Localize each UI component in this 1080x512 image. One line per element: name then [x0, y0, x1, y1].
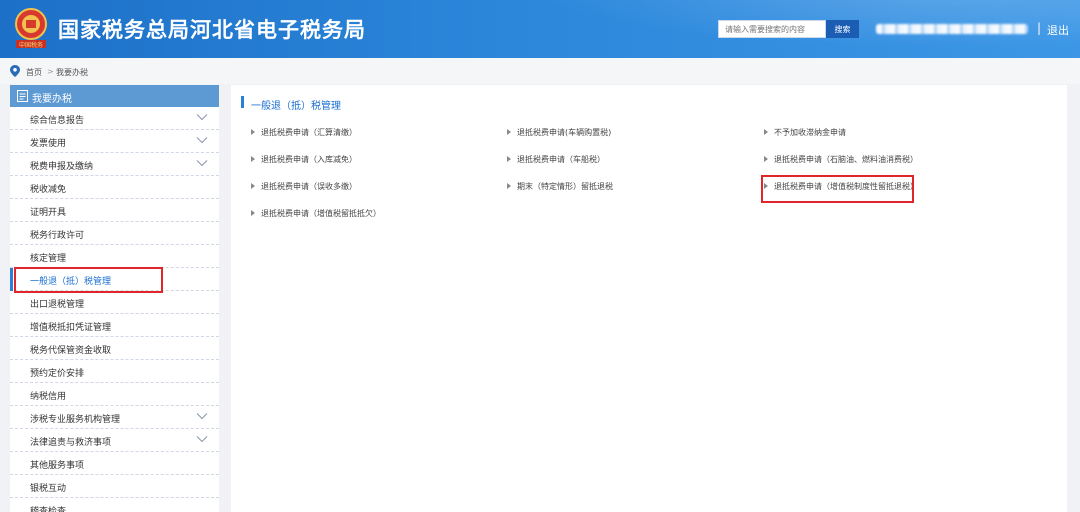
service-link-label: 退抵税费申请（车船税） — [517, 155, 605, 164]
sidebar-item-label: 证明开具 — [30, 208, 67, 218]
service-link[interactable]: 退抵税费申请（误收多缴） — [251, 181, 357, 192]
sidebar-item-label: 出口退税管理 — [30, 300, 85, 310]
sidebar-item[interactable]: 法律追责与救济事项 — [10, 429, 219, 452]
sidebar-item-label: 预约定价安排 — [30, 369, 85, 379]
service-link[interactable]: 期末（特定情形）留抵退税 — [507, 181, 613, 192]
chevron-down-icon[interactable] — [196, 136, 208, 144]
emblem-text: 中国税务 — [19, 41, 43, 49]
document-icon — [17, 90, 28, 102]
service-link[interactable]: 不予加收滞纳金申请 — [764, 127, 846, 138]
sidebar-item-label: 其他服务事项 — [30, 461, 85, 471]
caret-right-icon — [507, 128, 511, 135]
sidebar-item-label: 稽查检查 — [30, 507, 67, 512]
sidebar-item[interactable]: 涉税专业服务机构管理 — [10, 406, 219, 429]
caret-right-icon — [251, 182, 255, 189]
sidebar-item[interactable]: 税收减免 — [10, 176, 219, 199]
search-button[interactable]: 搜索 — [826, 20, 859, 38]
sidebar-item-label: 银税互动 — [30, 484, 67, 494]
sidebar-item[interactable]: 综合信息报告 — [10, 107, 219, 130]
sidebar-item[interactable]: 纳税信用 — [10, 383, 219, 406]
page-scrollbar[interactable] — [1072, 85, 1080, 512]
user-name-redacted — [876, 24, 1028, 34]
caret-right-icon — [251, 128, 255, 135]
service-link[interactable]: 退抵税费申请（入库减免） — [251, 154, 357, 165]
caret-right-icon — [251, 209, 255, 216]
breadcrumb-current: 我要办税 — [56, 68, 88, 77]
caret-right-icon — [764, 128, 768, 135]
service-link-label: 退抵税费申请(车辆购置税) — [517, 128, 612, 137]
main-panel: 一般退（抵）税管理 退抵税费申请（汇算清缴） 退抵税费申请(车辆购置税) 不予加收滞… — [231, 85, 1067, 512]
sidebar-item-label: 税务行政许可 — [30, 231, 85, 241]
tax-emblem-icon: 中国税务 — [15, 8, 47, 49]
sidebar-item[interactable]: 核定管理 — [10, 245, 219, 268]
service-link-label: 退抵税费申请（汇算清缴） — [261, 128, 357, 137]
header-separator: | — [1037, 21, 1042, 35]
breadcrumb-home[interactable]: 首页 — [26, 67, 42, 78]
highlight-box-sidebar — [14, 267, 163, 293]
service-link-label: 不予加收滞纳金申请 — [774, 128, 846, 137]
sidebar-item[interactable]: 税费申报及缴纳 — [10, 153, 219, 176]
sidebar-item[interactable]: 增值税抵扣凭证管理 — [10, 314, 219, 337]
sidebar-item-label: 增值税抵扣凭证管理 — [30, 323, 112, 333]
sidebar-item[interactable]: 证明开具 — [10, 199, 219, 222]
sidebar-header: 我要办税 — [10, 85, 219, 107]
chevron-down-icon[interactable] — [196, 159, 208, 167]
sidebar-item[interactable]: 出口退税管理 — [10, 291, 219, 314]
service-link-label: 退抵税费申请（石脑油、燃料油消费税） — [774, 155, 918, 164]
sidebar-item[interactable]: 税务行政许可 — [10, 222, 219, 245]
breadcrumb-separator: > — [47, 67, 54, 76]
site-title: 国家税务总局河北省电子税务局 — [58, 18, 366, 42]
sidebar-item[interactable]: 发票使用 — [10, 130, 219, 153]
service-link[interactable]: 退抵税费申请（车船税） — [507, 154, 605, 165]
sidebar-item-label: 纳税信用 — [30, 392, 67, 402]
service-link-label: 退抵税费申请（增值税留抵抵欠） — [261, 209, 381, 218]
panel-title-text: 一般退（抵）税管理 — [251, 101, 341, 112]
sidebar-item-label: 综合信息报告 — [30, 116, 85, 126]
service-link[interactable]: 退抵税费申请（增值税留抵抵欠） — [251, 208, 381, 219]
service-link-label: 退抵税费申请（入库减免） — [261, 155, 357, 164]
service-link[interactable]: 退抵税费申请（石脑油、燃料油消费税） — [764, 154, 918, 165]
service-link[interactable]: 退抵税费申请(车辆购置税) — [507, 127, 611, 138]
sidebar-item-label: 核定管理 — [30, 254, 67, 264]
sidebar-item[interactable]: 银税互动 — [10, 475, 219, 498]
breadcrumb: 首页 > 我要办税 — [0, 58, 1080, 84]
sidebar-item-label: 法律追责与救济事项 — [30, 438, 112, 448]
caret-right-icon — [507, 155, 511, 162]
search-input[interactable] — [718, 20, 826, 38]
sidebar-item[interactable]: 预约定价安排 — [10, 360, 219, 383]
sidebar-item[interactable]: 税务代保管资金收取 — [10, 337, 219, 360]
caret-right-icon — [507, 182, 511, 189]
service-link-label: 期末（特定情形）留抵退税 — [517, 182, 613, 191]
location-pin-icon — [10, 65, 20, 77]
sidebar-item-label: 税费申报及缴纳 — [30, 162, 94, 172]
caret-right-icon — [251, 155, 255, 162]
service-link-label: 退抵税费申请（误收多缴） — [261, 182, 357, 191]
sidebar-item-label: 税收减免 — [30, 185, 67, 195]
sidebar-item-label: 税务代保管资金收取 — [30, 346, 112, 356]
sidebar: 我要办税 综合信息报告 发票使用税费申报及缴纳 税收减免证明开具税务行政许可 核定管理… — [10, 85, 219, 512]
service-link[interactable]: 退抵税费申请（汇算清缴） — [251, 127, 357, 138]
sidebar-header-label: 我要办税 — [32, 94, 72, 105]
highlight-box-link — [761, 175, 914, 203]
sidebar-item-label: 发票使用 — [30, 139, 67, 149]
chevron-down-icon[interactable] — [196, 412, 208, 420]
chevron-down-icon[interactable] — [196, 113, 208, 121]
site-header: 中国税务 国家税务总局河北省电子税务局 搜索 | 退出 — [0, 0, 1080, 58]
caret-right-icon — [764, 155, 768, 162]
logout-link[interactable]: 退出 — [1047, 22, 1069, 38]
sidebar-item-label: 涉税专业服务机构管理 — [30, 415, 121, 425]
chevron-down-icon[interactable] — [196, 435, 208, 443]
sidebar-item[interactable]: 稽查检查 — [10, 498, 219, 512]
sidebar-item[interactable]: 其他服务事项 — [10, 452, 219, 475]
sidebar-menu: 综合信息报告 发票使用 税费申报及缴纳 税收减免 证明开具 税务行政许可 核定管理 一般退（抵… — [10, 107, 219, 512]
